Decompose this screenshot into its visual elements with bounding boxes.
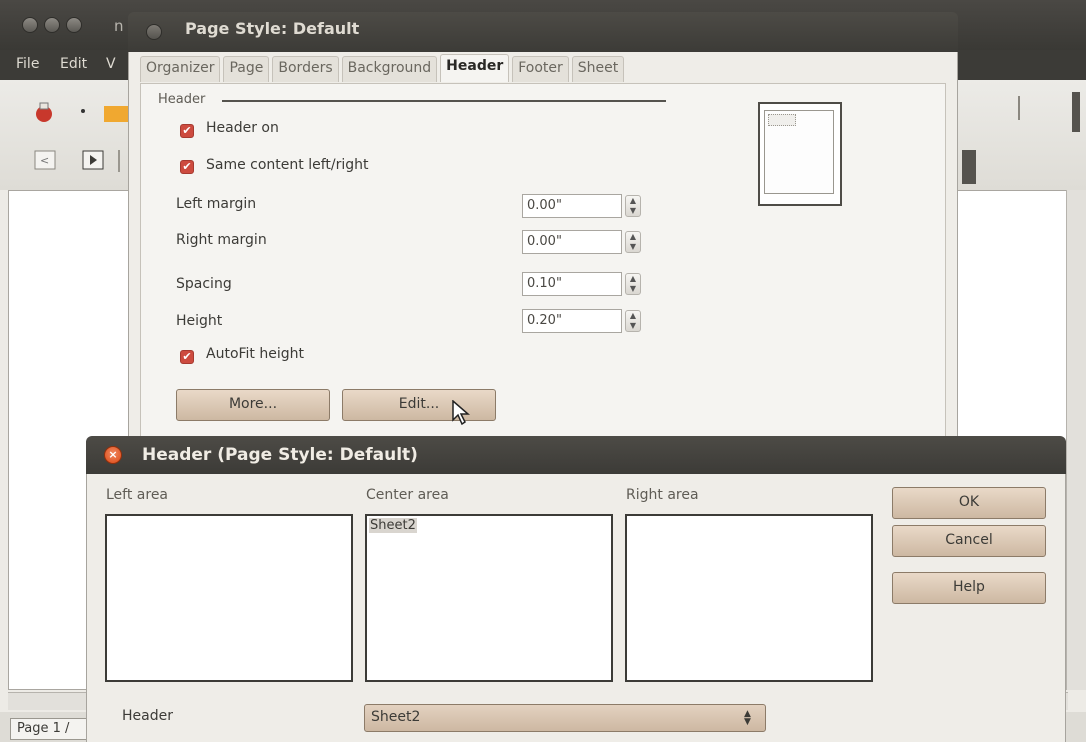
help-button[interactable]: Help [892,572,1046,604]
left-area-editor[interactable] [105,514,353,682]
tab-borders[interactable]: Borders [272,56,339,82]
close-icon[interactable] [146,24,162,40]
height-spinner[interactable]: ▲ ▼ [625,310,641,332]
close-icon[interactable]: × [104,446,122,464]
right-margin-label: Right margin [176,232,267,248]
show-draw-functions-icon[interactable] [80,148,106,172]
group-divider [222,100,666,102]
header-on-checkbox[interactable]: ✔ [180,124,194,138]
header-group-label: Header [158,92,206,107]
spacing-spinner[interactable]: ▲ ▼ [625,273,641,295]
autofit-height-checkbox[interactable]: ✔ [180,350,194,364]
header-select[interactable]: Sheet2 [364,704,766,732]
menu-file[interactable]: File [16,56,39,72]
more-button[interactable]: More... [176,389,330,421]
height-input[interactable]: 0.20" [522,309,622,333]
window-minimize-icon[interactable] [44,17,60,33]
mouse-pointer-icon [452,399,471,430]
page-preview-header [768,114,796,126]
left-margin-input[interactable]: 0.00" [522,194,622,218]
header-select-label: Header [122,708,173,724]
right-area-editor[interactable] [625,514,873,682]
new-document-icon[interactable] [30,98,58,126]
tab-organizer[interactable]: Organizer [140,56,221,82]
select-arrows-icon[interactable]: ▲ ▼ [744,710,751,727]
window-close-icon[interactable] [22,17,38,33]
toolbar-handle-icon[interactable] [962,150,976,184]
left-margin-label: Left margin [176,196,257,212]
open-folder-icon[interactable] [104,98,128,126]
autofit-height-label[interactable]: AutoFit height [206,346,304,362]
dropdown-arrow-icon[interactable] [78,106,88,116]
toolbar-separator [118,150,120,172]
menu-edit[interactable]: Edit [60,56,87,72]
vertical-scrollbar[interactable] [1066,190,1086,690]
right-area-label: Right area [626,487,699,503]
header-dialog-title: Header (Page Style: Default) [142,445,418,465]
navigator-icon[interactable]: < [32,148,58,172]
tab-header[interactable]: Header [440,54,510,82]
menu-view[interactable]: V [106,56,116,72]
page-style-tabs: Organizer Page Borders Background Header… [140,54,627,84]
spacing-label: Spacing [176,276,232,292]
page-status: Page 1 / [10,718,94,740]
page-style-title: Page Style: Default [185,19,360,38]
cancel-button[interactable]: Cancel [892,525,1046,557]
left-area-label: Left area [106,487,169,503]
spacing-input[interactable]: 0.10" [522,272,622,296]
center-area-text[interactable]: Sheet2 [369,518,417,533]
same-content-label[interactable]: Same content left/right [206,157,369,173]
ok-button[interactable]: OK [892,487,1046,519]
header-on-label[interactable]: Header on [206,120,279,136]
right-margin-input[interactable]: 0.00" [522,230,622,254]
toolbar-separator-right [1018,96,1020,120]
edit-button[interactable]: Edit... [342,389,496,421]
right-margin-spinner[interactable]: ▲ ▼ [625,231,641,253]
tab-background[interactable]: Background [341,56,438,82]
same-content-checkbox[interactable]: ✔ [180,160,194,174]
svg-text:<: < [40,154,49,167]
center-area-label: Center area [366,487,449,503]
app-title: n [114,17,124,35]
height-label: Height [176,313,223,329]
tab-page[interactable]: Page [223,56,270,82]
toolbar-overflow-icon[interactable] [1072,92,1080,132]
center-area-editor[interactable]: Sheet2 [365,514,613,682]
tab-footer[interactable]: Footer [512,56,569,82]
left-margin-spinner[interactable]: ▲ ▼ [625,195,641,217]
tab-sheet[interactable]: Sheet [571,56,625,82]
window-maximize-icon[interactable] [66,17,82,33]
